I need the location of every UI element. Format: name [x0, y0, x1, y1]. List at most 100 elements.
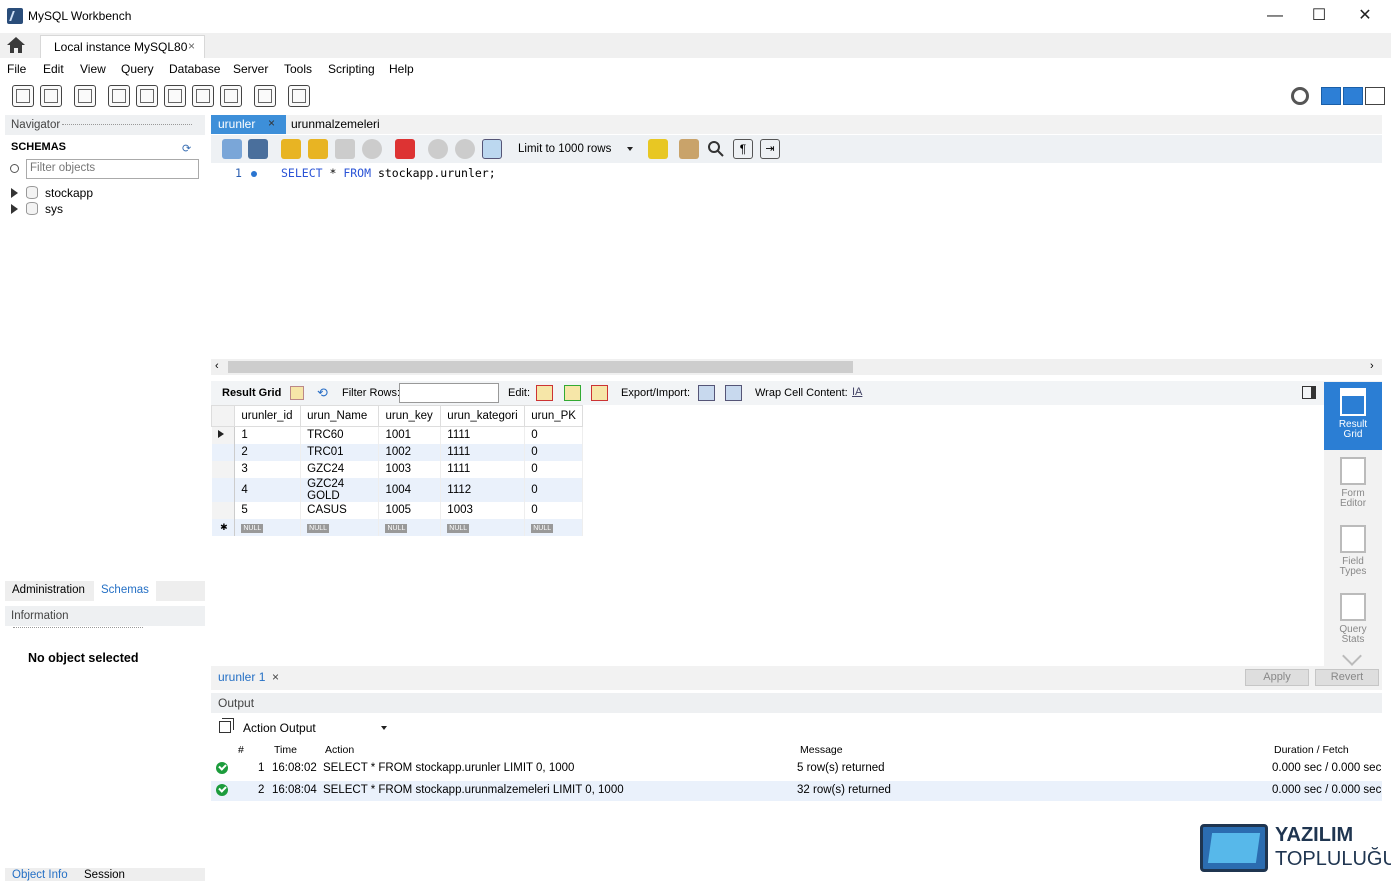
column-header[interactable]: urun_PK	[524, 405, 583, 427]
tab-administration[interactable]: Administration	[5, 581, 92, 601]
close-window-button[interactable]: ✕	[1345, 6, 1385, 28]
save-file-icon[interactable]	[248, 139, 268, 159]
scroll-left-icon[interactable]: ‹	[215, 360, 219, 372]
form-editor-button[interactable]: Form Editor	[1324, 451, 1382, 519]
column-header[interactable]: urun_Name	[300, 405, 380, 427]
tab-object-info[interactable]: Object Info	[12, 869, 68, 881]
commit-icon[interactable]	[428, 139, 448, 159]
output-row[interactable]: 1 16:08:02 SELECT * FROM stockapp.urunle…	[211, 759, 1382, 779]
menu-database[interactable]: Database	[169, 62, 220, 76]
reconnect-icon[interactable]	[288, 85, 310, 107]
add-row-icon[interactable]	[564, 385, 581, 401]
tab-session[interactable]: Session	[84, 869, 125, 881]
open-file-icon[interactable]	[222, 139, 242, 159]
scroll-right-icon[interactable]: ›	[1370, 360, 1374, 372]
column-header[interactable]: urun_kategori	[440, 405, 526, 427]
execute-icon[interactable]	[281, 139, 301, 159]
grid-view-icon[interactable]	[290, 386, 304, 400]
sql-code[interactable]: SELECT * FROM stockapp.urunler;	[281, 166, 496, 180]
table-row[interactable]: 4 GZC24 GOLD 1004 1112 0	[211, 477, 583, 502]
beautify-icon[interactable]	[679, 139, 699, 159]
tab-urunmalzemeleri[interactable]: urunmalzemeleri	[284, 115, 387, 134]
filter-rows-input[interactable]	[399, 383, 499, 403]
export-icon[interactable]	[698, 385, 715, 401]
limit-rows-select[interactable]: Limit to 1000 rows	[513, 140, 637, 160]
find-icon[interactable]	[706, 139, 726, 159]
menu-view[interactable]: View	[80, 62, 106, 76]
toggle-stop-on-error-icon[interactable]	[395, 139, 415, 159]
create-function-icon[interactable]	[220, 85, 242, 107]
scrollbar-thumb[interactable]	[228, 361, 853, 373]
home-icon[interactable]	[6, 36, 34, 56]
invisible-chars-icon[interactable]: ¶	[733, 139, 753, 159]
delete-row-icon[interactable]	[591, 385, 608, 401]
menu-query[interactable]: Query	[121, 62, 154, 76]
inspector-icon[interactable]	[74, 85, 96, 107]
explain-icon[interactable]	[335, 139, 355, 159]
stop-icon[interactable]	[362, 139, 382, 159]
search-table-data-icon[interactable]	[254, 85, 276, 107]
new-row-icon[interactable]: ✱	[211, 518, 236, 536]
edit-row-icon[interactable]	[536, 385, 553, 401]
filter-objects-input[interactable]: Filter objects	[26, 159, 199, 179]
import-icon[interactable]	[725, 385, 742, 401]
apply-button[interactable]: Apply	[1245, 669, 1309, 686]
create-table-icon[interactable]	[136, 85, 158, 107]
new-sql-tab-icon[interactable]	[12, 85, 34, 107]
maximize-button[interactable]: ☐	[1299, 6, 1339, 28]
menu-help[interactable]: Help	[389, 62, 414, 76]
close-tab-icon[interactable]: ×	[272, 670, 279, 684]
code-line[interactable]: 1 SELECT * FROM stockapp.urunler;	[211, 166, 1382, 182]
current-row-icon[interactable]	[211, 426, 236, 444]
create-schema-icon[interactable]	[108, 85, 130, 107]
result-grid-button[interactable]: Result Grid	[1324, 382, 1382, 450]
field-types-button[interactable]: Field Types	[1324, 519, 1382, 587]
wrap-cell-icon[interactable]: IA	[852, 386, 862, 398]
refresh-schemas-icon[interactable]: ⟳	[182, 142, 191, 155]
add-snippet-icon[interactable]	[648, 139, 668, 159]
toggle-panel-icon[interactable]	[1302, 386, 1316, 399]
menu-file[interactable]: File	[7, 62, 26, 76]
create-view-icon[interactable]	[164, 85, 186, 107]
rollback-icon[interactable]	[455, 139, 475, 159]
minimize-button[interactable]: —	[1255, 6, 1295, 28]
refresh-icon[interactable]: ⟲	[317, 385, 328, 401]
tab-schemas[interactable]: Schemas	[94, 581, 156, 601]
connection-tab[interactable]: Local instance MySQL80 ×	[40, 35, 205, 58]
column-header[interactable]: urunler_id	[234, 405, 302, 427]
create-procedure-icon[interactable]	[192, 85, 214, 107]
column-header[interactable]: urun_key	[378, 405, 442, 427]
word-wrap-icon[interactable]: ⇥	[760, 139, 780, 159]
close-tab-icon[interactable]: ×	[188, 39, 195, 53]
output-type-select[interactable]: Action Output	[241, 719, 389, 737]
copy-output-icon[interactable]	[219, 721, 231, 733]
table-row[interactable]: 2 TRC01 1002 1111 0	[211, 443, 583, 461]
table-row[interactable]: 1 TRC60 1001 1111 0	[211, 426, 583, 444]
schema-item-sys[interactable]: sys	[11, 202, 201, 218]
autocommit-icon[interactable]	[482, 139, 502, 159]
output-row[interactable]: 2 16:08:04 SELECT * FROM stockapp.urunma…	[211, 781, 1382, 801]
menu-edit[interactable]: Edit	[43, 62, 64, 76]
table-row[interactable]: 3 GZC24 1003 1111 0	[211, 460, 583, 478]
toggle-secondary-sidebar-icon[interactable]	[1365, 87, 1385, 105]
menu-server[interactable]: Server	[233, 62, 268, 76]
menu-scripting[interactable]: Scripting	[328, 62, 375, 76]
result-grid[interactable]: urunler_id urun_Name urun_key urun_kateg…	[210, 405, 583, 536]
result-tab-urunler-1[interactable]: urunler 1	[218, 670, 265, 684]
gear-icon[interactable]	[1291, 87, 1309, 105]
close-tab-icon[interactable]: ×	[268, 116, 275, 130]
new-row[interactable]: ✱ NULL NULL NULL NULL NULL	[211, 518, 583, 536]
horizontal-scrollbar[interactable]: ‹ ›	[211, 359, 1382, 375]
revert-button[interactable]: Revert	[1315, 669, 1379, 686]
menu-tools[interactable]: Tools	[284, 62, 312, 76]
table-row[interactable]: 5 CASUS 1005 1003 0	[211, 501, 583, 519]
expand-arrow-icon[interactable]	[11, 188, 18, 198]
execute-statement-icon[interactable]	[308, 139, 328, 159]
query-stats-button[interactable]: Query Stats	[1324, 587, 1382, 655]
tab-urunler[interactable]: urunler ×	[211, 115, 286, 134]
toggle-output-icon[interactable]	[1343, 87, 1363, 105]
open-sql-script-icon[interactable]	[40, 85, 62, 107]
schema-item-stockapp[interactable]: stockapp	[11, 186, 201, 202]
expand-arrow-icon[interactable]	[11, 204, 18, 214]
toggle-sidebar-icon[interactable]	[1321, 87, 1341, 105]
